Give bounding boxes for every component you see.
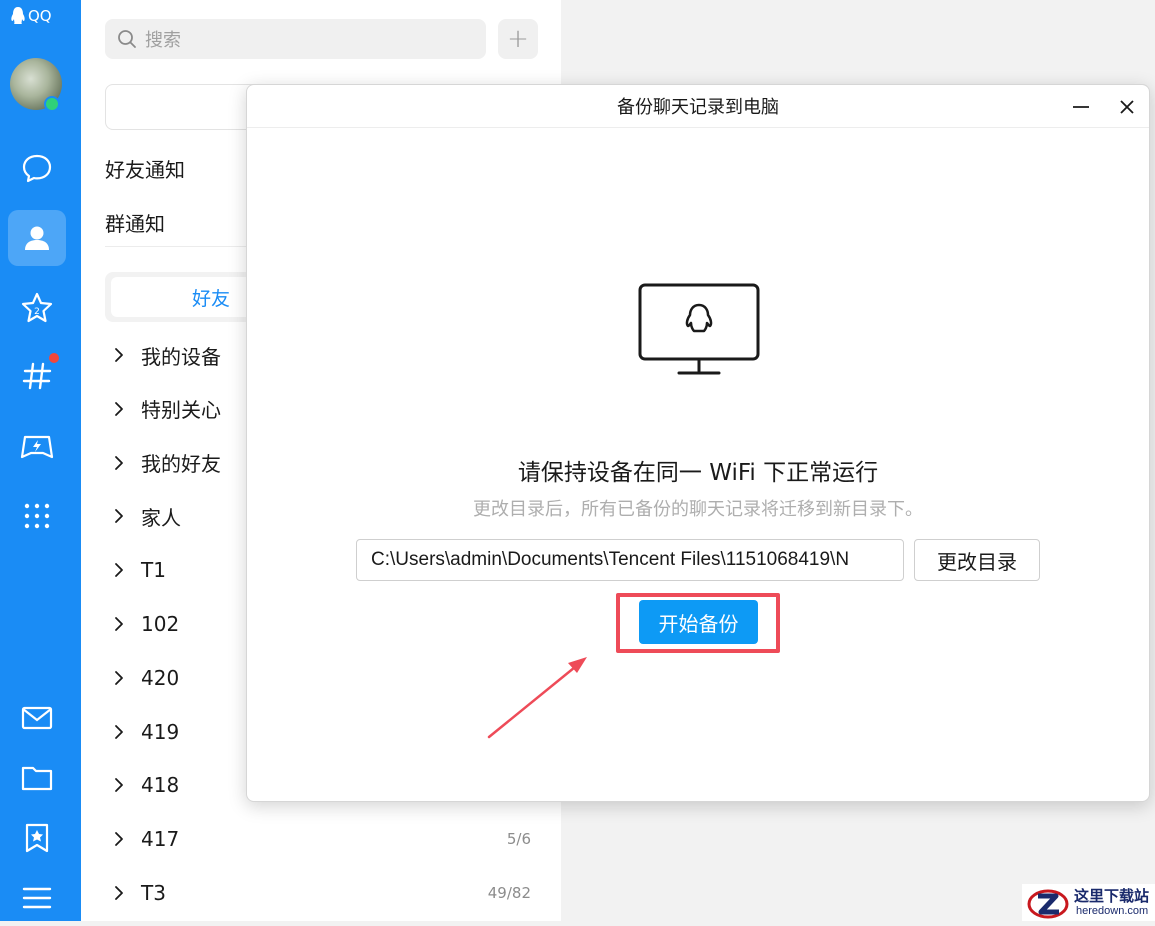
rail-messages-button[interactable] xyxy=(8,140,66,196)
search-icon xyxy=(118,30,136,48)
chevron-right-icon xyxy=(115,455,123,470)
contact-group-name: T1 xyxy=(141,558,166,583)
online-status-dot xyxy=(44,96,60,112)
dialog-subtext: 更改目录后，所有已备份的聊天记录将迁移到新目录下。 xyxy=(473,499,923,520)
chevron-right-icon xyxy=(115,670,123,685)
rail-apps-button[interactable] xyxy=(8,488,66,544)
close-icon[interactable] xyxy=(1115,95,1139,119)
chevron-right-icon xyxy=(115,617,123,631)
start-backup-button[interactable]: 开始备份 xyxy=(639,600,758,644)
qq-logo: QQ xyxy=(10,6,52,26)
grid-apps-icon xyxy=(24,503,50,529)
monitor-icon xyxy=(638,283,760,375)
contact-group-name: 420 xyxy=(141,665,180,690)
contact-group-name: 102 xyxy=(141,612,180,636)
contact-group-row[interactable]: 417 5/6 xyxy=(111,824,531,854)
star-icon: 2 xyxy=(21,292,53,323)
contact-group-count: 49/82 xyxy=(487,884,531,902)
mail-icon xyxy=(21,706,53,730)
dialog-title: 备份聊天记录到电脑 xyxy=(617,97,779,118)
contact-group-name: 418 xyxy=(141,773,180,798)
menu-icon xyxy=(22,887,52,909)
hashtag-channel-icon xyxy=(22,362,52,390)
rail-favorites-star-button[interactable]: 2 xyxy=(8,280,66,336)
site-logo: 这里下载站 heredown.com xyxy=(1022,884,1155,921)
contact-group-name: 我的好友 xyxy=(141,452,221,477)
game-icon xyxy=(20,435,54,459)
dialog-header-separator xyxy=(247,127,1149,128)
chevron-right-icon xyxy=(115,724,123,739)
svg-text:2: 2 xyxy=(34,307,40,317)
folder-icon xyxy=(21,766,53,791)
app-logo-text: QQ xyxy=(28,7,52,25)
dialog-heading: 请保持设备在同一 WiFi 下正常运行 xyxy=(517,460,879,486)
site-logo-name: 这里下载站 xyxy=(1074,887,1150,905)
search-box[interactable]: 搜索 xyxy=(105,19,486,59)
backup-path-field[interactable]: C:\Users\admin\Documents\Tencent Files\1… xyxy=(356,539,904,581)
chevron-right-icon xyxy=(115,778,123,793)
search-input[interactable]: 搜索 xyxy=(145,26,181,52)
backup-dialog: 备份聊天记录到电脑 请保持设备在同一 WiFi 下正常运行 更改目录后，所有已备… xyxy=(246,84,1150,802)
contact-group-name: 419 xyxy=(141,719,180,744)
contact-group-name: 特别关心 xyxy=(141,398,221,423)
chevron-right-icon xyxy=(115,832,123,847)
site-logo-url: heredown.com xyxy=(1076,905,1149,917)
rail-menu-button[interactable] xyxy=(8,870,66,926)
qq-penguin-icon xyxy=(11,7,25,24)
chat-bubble-icon xyxy=(22,154,52,183)
chevron-right-icon xyxy=(115,886,123,900)
rail-folder-button[interactable] xyxy=(8,750,66,806)
friend-notice-item[interactable]: 好友通知 xyxy=(105,154,185,183)
contact-group-name: 417 xyxy=(141,827,180,852)
contact-group-name: 家人 xyxy=(141,505,181,530)
rail-collection-button[interactable] xyxy=(8,810,66,866)
nav-rail: QQ 2 xyxy=(0,0,81,921)
chevron-right-icon xyxy=(115,563,123,578)
rail-game-button[interactable] xyxy=(8,418,66,474)
annotation-arrow xyxy=(487,657,587,739)
notification-dot xyxy=(49,353,59,363)
contact-group-name: T3 xyxy=(141,881,166,905)
contact-group-row[interactable]: T3 49/82 xyxy=(111,878,531,908)
group-notice-item[interactable]: 群通知 xyxy=(105,208,165,237)
rail-mail-button[interactable] xyxy=(8,690,66,746)
chevron-right-icon xyxy=(115,348,123,362)
contact-group-count: 5/6 xyxy=(506,830,531,849)
change-directory-button[interactable]: 更改目录 xyxy=(914,539,1040,581)
add-button[interactable]: + xyxy=(498,19,538,59)
rail-contacts-button[interactable] xyxy=(8,210,66,266)
chevron-right-icon xyxy=(115,401,123,416)
contacts-icon xyxy=(25,226,49,250)
site-logo-z-icon xyxy=(1027,889,1069,919)
contact-group-name: 我的设备 xyxy=(141,344,221,369)
minimize-icon[interactable] xyxy=(1069,95,1093,119)
chevron-right-icon xyxy=(115,509,123,524)
favorites-icon xyxy=(25,823,49,853)
